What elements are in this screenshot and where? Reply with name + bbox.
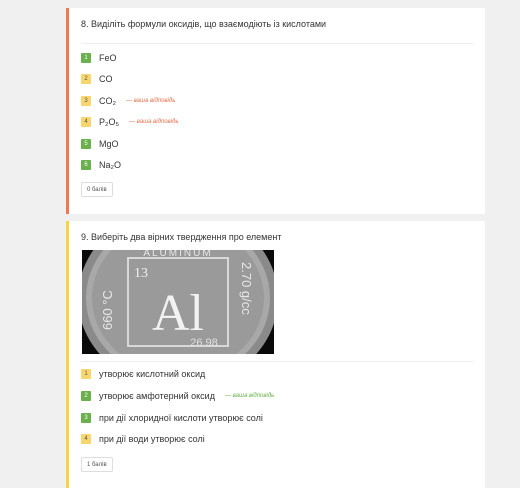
coin-symbol: Al (152, 285, 204, 342)
option-number-badge: 3 (81, 96, 91, 106)
option-text: Na₂O (99, 160, 121, 170)
coin-mass: 26.98 (190, 337, 218, 349)
option-text: P₂O₅ (99, 117, 120, 127)
option-number-badge: 2 (81, 74, 91, 84)
option-text: утворює кислотний оксид (99, 369, 206, 379)
option-number-badge: 5 (81, 139, 91, 149)
answer-option: 6 Na₂O (81, 159, 121, 171)
divider (81, 43, 473, 44)
option-number-badge: 2 (81, 391, 91, 401)
your-answer-note: — ваша відповідь (129, 119, 179, 125)
question-card-8: 8. Виділіть формули оксидів, що взаємоді… (66, 8, 485, 214)
answer-option: 5 MgO (81, 138, 119, 150)
your-answer-note: — ваша відповідь (126, 98, 176, 104)
question-card-9: 9. Виберіть два вірних твердження про ел… (66, 221, 485, 488)
answer-option: 1 FeO (81, 52, 117, 64)
option-number-badge: 3 (81, 413, 91, 423)
coin-right-text: 2.70 g/cc (239, 262, 254, 315)
coin-top-text: ALUMINUM (143, 250, 212, 259)
option-text: MgO (99, 139, 119, 149)
your-answer-note: — ваша відповідь (224, 393, 275, 399)
option-number-badge: 4 (81, 434, 91, 444)
score-badge: 1 балів (81, 457, 113, 472)
option-text: FeO (99, 53, 117, 63)
option-text: при дії води утворює солі (99, 434, 205, 444)
question-title: 8. Виділіть формули оксидів, що взаємоді… (81, 19, 327, 29)
option-text: CO₂ (99, 96, 116, 106)
answer-option: 3 при дії хлоридної кислоти утворює солі (81, 412, 263, 424)
answer-option: 3 CO₂ — ваша відповідь (81, 95, 175, 107)
score-badge: 0 балів (81, 182, 113, 197)
answer-option: 1 утворює кислотний оксид (81, 368, 205, 380)
divider (81, 361, 473, 362)
element-image: ALUMINUM 13 Al 26.98 660 °C 2.70 g/cc (82, 250, 274, 354)
option-number-badge: 1 (81, 369, 91, 379)
answer-option: 2 CO (81, 73, 113, 85)
option-text: утворює амфотерний оксид (99, 391, 215, 401)
option-text: CO (99, 74, 113, 84)
coin-atomic-number: 13 (134, 266, 148, 281)
option-text: при дії хлоридної кислоти утворює солі (99, 413, 263, 423)
answer-option: 4 P₂O₅ — ваша відповідь (81, 116, 178, 128)
answer-option: 4 при дії води утворює солі (81, 433, 205, 445)
option-number-badge: 1 (81, 53, 91, 63)
option-number-badge: 6 (81, 160, 91, 170)
coin-left-text: 660 °C (100, 290, 115, 330)
option-number-badge: 4 (81, 117, 91, 127)
question-title: 9. Виберіть два вірних твердження про ел… (81, 232, 282, 242)
answer-option: 2 утворює амфотерний оксид — ваша відпов… (81, 390, 274, 402)
